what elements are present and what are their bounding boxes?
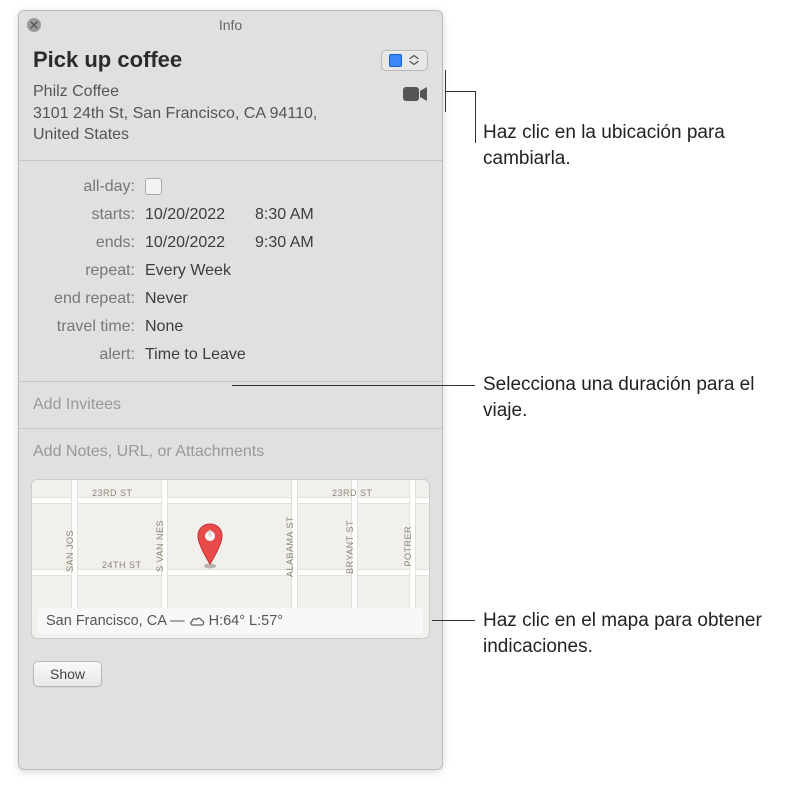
callout-location: Haz clic en la ubicación para cambiarla.	[483, 120, 803, 171]
ends-time[interactable]: 9:30 AM	[255, 234, 335, 252]
street-bryant: BRYANT ST	[345, 520, 355, 574]
end-repeat-value[interactable]: Never	[145, 290, 188, 308]
starts-date[interactable]: 10/20/2022	[145, 206, 255, 224]
callout-line-map	[432, 620, 475, 621]
show-button[interactable]: Show	[33, 661, 102, 687]
starts-time[interactable]: 8:30 AM	[255, 206, 335, 224]
ends-date[interactable]: 10/20/2022	[145, 234, 255, 252]
invitees-placeholder: Add Invitees	[33, 396, 121, 413]
allday-checkbox[interactable]	[145, 178, 162, 195]
event-info-panel: Info Pick up coffee Philz Coffee 3101 24…	[18, 10, 443, 770]
callout-line-location	[445, 91, 475, 92]
window-title: Info	[219, 17, 242, 33]
alert-value[interactable]: Time to Leave	[145, 346, 246, 364]
alert-label: alert:	[33, 346, 145, 364]
close-icon	[30, 21, 38, 29]
calendar-picker[interactable]	[381, 50, 428, 71]
street-s-van-nes: S VAN NES	[155, 520, 165, 572]
location-address: 3101 24th St, San Francisco, CA 94110, U…	[33, 105, 317, 144]
travel-time-value[interactable]: None	[145, 318, 183, 336]
callout-line-travel	[232, 385, 475, 386]
location-map[interactable]: 23RD ST 23RD ST 24TH ST SAN JOS S VAN NE…	[31, 479, 430, 639]
map-pin-icon	[195, 522, 225, 575]
close-button[interactable]	[27, 18, 41, 32]
notes-placeholder: Add Notes, URL, or Attachments	[33, 443, 264, 460]
street-23rd-a: 23RD ST	[92, 488, 133, 498]
repeat-value[interactable]: Every Week	[145, 262, 231, 280]
weather-bar: San Francisco, CA — H:64° L:57°	[38, 608, 423, 634]
video-call-button[interactable]	[402, 85, 428, 108]
street-23rd-b: 23RD ST	[332, 488, 373, 498]
video-camera-icon	[402, 85, 428, 103]
travel-time-label: travel time:	[33, 318, 145, 336]
end-repeat-label: end repeat:	[33, 290, 145, 308]
street-potrer: POTRER	[403, 526, 413, 567]
map-section: 23RD ST 23RD ST 24TH ST SAN JOS S VAN NE…	[19, 467, 442, 651]
weather-hi: H:64°	[209, 613, 245, 629]
add-invitees-field[interactable]: Add Invitees	[19, 382, 442, 429]
event-title[interactable]: Pick up coffee	[33, 47, 182, 73]
calendar-color-swatch	[389, 54, 402, 67]
weather-city: San Francisco, CA —	[46, 613, 185, 629]
event-header: Pick up coffee Philz Coffee 3101 24th St…	[19, 39, 442, 161]
titlebar: Info	[19, 11, 442, 39]
chevron-up-down-icon	[408, 55, 420, 65]
repeat-label: repeat:	[33, 262, 145, 280]
ends-label: ends:	[33, 234, 145, 252]
starts-label: starts:	[33, 206, 145, 224]
weather-lo: L:57°	[249, 613, 283, 629]
event-details: all-day: starts: 10/20/2022 8:30 AM ends…	[19, 161, 442, 382]
street-alabama: ALABAMA ST	[285, 516, 295, 577]
street-24th: 24TH ST	[102, 560, 142, 570]
event-location[interactable]: Philz Coffee 3101 24th St, San Francisco…	[33, 81, 363, 146]
location-name: Philz Coffee	[33, 83, 119, 100]
street-san-jose: SAN JOS	[65, 530, 75, 572]
allday-label: all-day:	[33, 178, 145, 196]
callout-travel: Selecciona una duración para el viaje.	[483, 372, 803, 423]
callout-map: Haz clic en el mapa para obtener indicac…	[483, 608, 803, 659]
add-notes-field[interactable]: Add Notes, URL, or Attachments	[19, 429, 442, 467]
cloud-icon	[189, 614, 205, 628]
footer: Show	[19, 651, 442, 697]
